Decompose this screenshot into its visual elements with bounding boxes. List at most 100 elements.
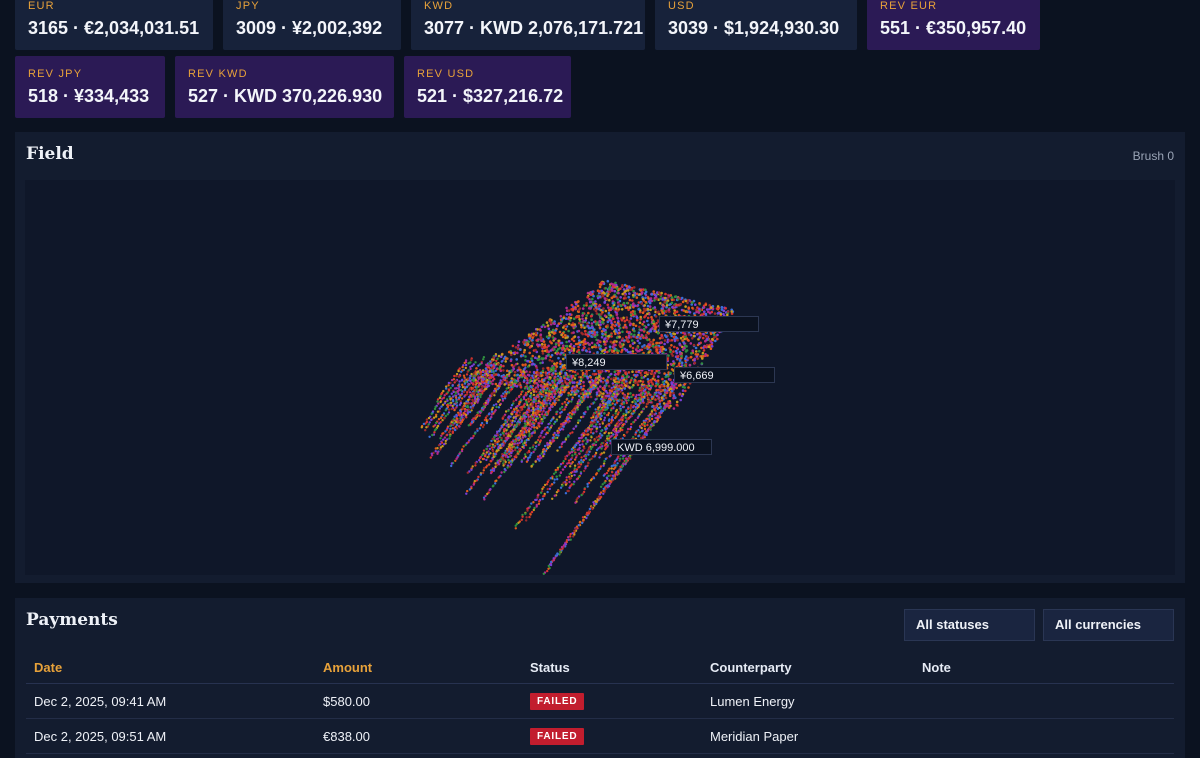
particle — [702, 332, 705, 336]
particle — [570, 337, 574, 341]
particle — [669, 371, 672, 375]
field-scatter[interactable] — [25, 180, 1175, 575]
particle — [495, 359, 498, 362]
particle — [559, 548, 562, 551]
particle — [454, 459, 457, 462]
particle — [520, 373, 523, 377]
particle — [672, 396, 675, 400]
particle — [597, 406, 601, 409]
particle — [701, 351, 705, 355]
particle — [713, 333, 716, 337]
particle — [578, 318, 581, 321]
particle — [629, 415, 632, 419]
particle — [443, 394, 446, 397]
particle — [656, 379, 660, 382]
particle — [439, 448, 442, 451]
particle — [547, 353, 550, 356]
particle — [542, 357, 545, 360]
particle — [646, 312, 649, 316]
particle — [492, 404, 496, 407]
particle — [603, 481, 606, 484]
particle — [592, 328, 596, 332]
particle — [504, 440, 507, 443]
particle — [576, 441, 580, 445]
particle — [577, 394, 581, 398]
particle — [472, 377, 476, 380]
particle — [608, 316, 612, 319]
particle — [554, 554, 558, 557]
particle — [530, 357, 533, 360]
particle — [566, 347, 569, 350]
field-canvas[interactable]: ¥7,779 ¥8,249 ¥6,669 KWD 6,999.000 — [25, 180, 1175, 575]
particle — [640, 292, 643, 295]
particle — [657, 310, 660, 313]
particle — [481, 425, 485, 429]
particle — [516, 369, 519, 372]
particle — [641, 311, 645, 314]
particle — [649, 328, 652, 331]
particle — [615, 472, 618, 476]
particle — [633, 329, 636, 333]
particle — [536, 496, 539, 499]
particle — [604, 403, 607, 406]
particle — [473, 397, 477, 400]
particle — [661, 312, 665, 315]
particle — [611, 302, 615, 305]
particle — [576, 300, 579, 304]
particle — [657, 291, 661, 294]
particle — [495, 449, 498, 453]
particle — [619, 465, 622, 468]
particle — [566, 421, 570, 424]
particle — [604, 343, 607, 346]
particle — [508, 371, 511, 374]
particle — [603, 301, 606, 304]
particle — [496, 443, 499, 446]
particle — [612, 295, 615, 298]
particle — [648, 419, 651, 423]
particle — [635, 296, 639, 299]
particle — [561, 484, 564, 487]
particle — [485, 447, 488, 451]
particle — [696, 357, 699, 360]
particle — [665, 309, 668, 313]
particle — [610, 335, 613, 338]
particle — [527, 430, 531, 433]
particle — [663, 406, 666, 410]
particle — [514, 446, 517, 450]
particle — [619, 296, 622, 299]
particle — [448, 437, 451, 440]
particle — [637, 331, 641, 334]
particle — [548, 371, 551, 374]
particle — [684, 305, 687, 308]
particle — [616, 316, 619, 319]
particle — [689, 355, 693, 359]
particle — [643, 346, 646, 350]
particle — [448, 434, 452, 438]
particle — [669, 362, 673, 366]
particle — [550, 373, 554, 376]
particle — [629, 392, 632, 395]
particle — [594, 408, 597, 411]
particle — [544, 356, 548, 360]
particle — [615, 380, 619, 383]
particle — [653, 413, 656, 416]
particle — [503, 395, 506, 398]
particle — [589, 300, 592, 304]
particle — [585, 314, 588, 317]
particle — [635, 381, 639, 384]
particle — [460, 397, 464, 400]
particle — [573, 388, 576, 391]
particle — [464, 363, 468, 367]
particle — [649, 388, 652, 391]
particle — [667, 354, 670, 357]
particle — [507, 350, 511, 354]
particle — [597, 495, 601, 498]
particle — [484, 416, 488, 419]
particle — [557, 356, 560, 360]
particle — [534, 331, 538, 335]
particle — [613, 324, 617, 328]
particle — [536, 338, 540, 341]
particle — [534, 498, 537, 502]
particle — [599, 385, 602, 388]
particle — [586, 296, 589, 299]
